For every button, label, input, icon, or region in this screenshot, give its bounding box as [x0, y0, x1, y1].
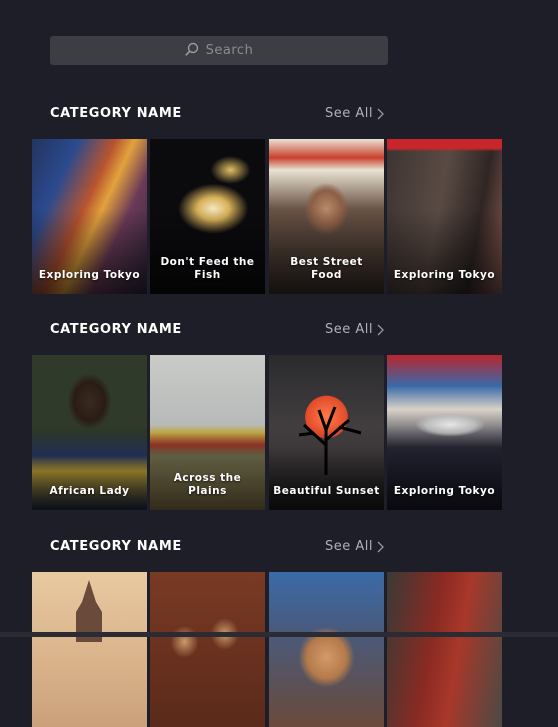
card-caption: Across the Plains [173, 472, 242, 497]
search-placeholder: Search [205, 43, 254, 58]
see-all-link[interactable]: See All [325, 539, 384, 554]
see-all-link[interactable]: See All [325, 322, 384, 337]
photo-smiling-child [269, 572, 384, 727]
scroll-indicator [0, 632, 558, 637]
card-caption: Exploring Tokyo [38, 269, 141, 281]
see-all-link[interactable]: See All [325, 106, 384, 121]
photo-card[interactable]: Exploring Tokyo [387, 139, 502, 294]
chevron-right-icon [377, 324, 384, 335]
category-title: CATEGORY NAME [50, 322, 182, 337]
card-caption: Exploring Tokyo [393, 485, 496, 497]
card-caption: African Lady [49, 485, 130, 497]
card-caption: Exploring Tokyo [393, 269, 496, 281]
photo-card[interactable] [32, 572, 147, 727]
photo-monks [150, 572, 265, 727]
photo-card[interactable]: Don't Feed the Fish [150, 139, 265, 294]
see-all-label: See All [325, 322, 373, 337]
category-row [32, 572, 502, 727]
photo-card[interactable] [269, 572, 384, 727]
category-title: CATEGORY NAME [50, 106, 182, 121]
chevron-right-icon [377, 108, 384, 119]
card-caption: Best Street Food [290, 256, 363, 281]
photo-card[interactable]: Exploring Tokyo [32, 139, 147, 294]
card-caption: Don't Feed the Fish [160, 256, 255, 281]
see-all-label: See All [325, 106, 373, 121]
category-row: African Lady Across the Plains Beautiful… [32, 355, 502, 510]
see-all-label: See All [325, 539, 373, 554]
photo-card[interactable] [150, 572, 265, 727]
photo-monk-walking [387, 572, 502, 727]
photo-card[interactable]: African Lady [32, 355, 147, 510]
photo-card[interactable] [387, 572, 502, 727]
photo-card[interactable]: Exploring Tokyo [387, 355, 502, 510]
search-bar[interactable]: Search [50, 36, 388, 65]
chevron-right-icon [377, 541, 384, 552]
category-title: CATEGORY NAME [50, 539, 182, 554]
photo-card[interactable]: Best Street Food [269, 139, 384, 294]
card-caption: Beautiful Sunset [273, 485, 380, 497]
category-row: Exploring Tokyo Don't Feed the Fish Best… [32, 139, 502, 294]
search-icon [185, 42, 206, 60]
photo-card[interactable]: Beautiful Sunset [269, 355, 384, 510]
photo-card[interactable]: Across the Plains [150, 355, 265, 510]
